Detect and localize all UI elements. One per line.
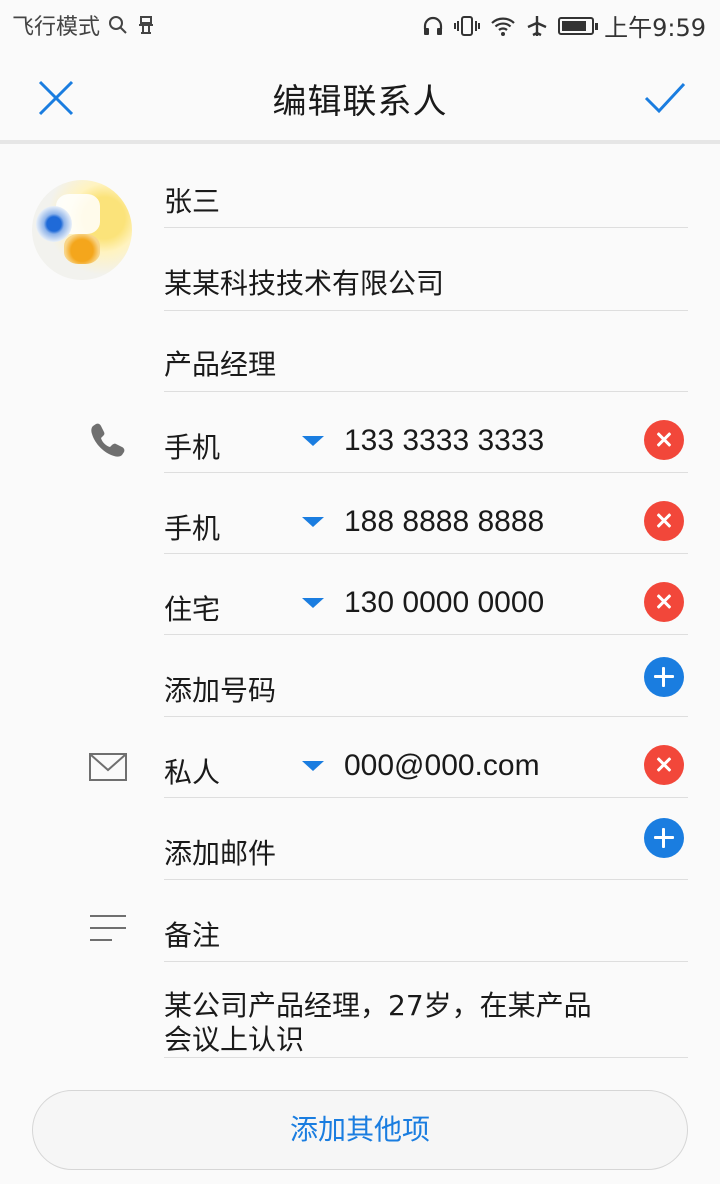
add-phone-row[interactable]: 添加号码 bbox=[164, 635, 688, 717]
phone-row: 手机 133 3333 3333 bbox=[164, 392, 688, 473]
vibrate-icon bbox=[454, 15, 481, 36]
search-icon bbox=[109, 16, 127, 34]
company-value[interactable]: 某某科技技术有限公司 bbox=[164, 262, 444, 302]
status-left: 飞行模式 bbox=[12, 9, 156, 41]
email-row: 私人 000@000.com bbox=[164, 717, 688, 798]
phone-icon bbox=[91, 423, 125, 457]
chevron-down-icon[interactable] bbox=[302, 436, 324, 446]
phone-type-label[interactable]: 住宅 bbox=[164, 588, 220, 628]
phone-number-input[interactable]: 188 8888 8888 bbox=[344, 505, 544, 539]
app-bar: 编辑联系人 bbox=[0, 50, 720, 144]
company-field[interactable]: 某某科技技术有限公司 bbox=[164, 228, 688, 311]
airplane-icon bbox=[527, 15, 547, 36]
phone-number-input[interactable]: 130 0000 0000 bbox=[344, 586, 544, 620]
chevron-down-icon[interactable] bbox=[302, 761, 324, 771]
chevron-down-icon[interactable] bbox=[302, 598, 324, 608]
phone-type-label[interactable]: 手机 bbox=[164, 426, 220, 466]
delete-phone-button[interactable] bbox=[644, 420, 684, 460]
wifi-icon bbox=[491, 17, 515, 36]
name-value[interactable]: 张三 bbox=[164, 180, 220, 220]
phone-number-input[interactable]: 133 3333 3333 bbox=[344, 424, 544, 458]
notes-icon bbox=[90, 915, 126, 941]
phone-row: 手机 188 8888 8888 bbox=[164, 473, 688, 554]
avatar[interactable] bbox=[32, 180, 132, 280]
phone-row: 住宅 130 0000 0000 bbox=[164, 554, 688, 635]
status-bar: 飞行模式 上午9:59 bbox=[0, 0, 720, 50]
page-title: 编辑联系人 bbox=[272, 82, 448, 122]
email-address-input[interactable]: 000@000.com bbox=[344, 749, 540, 783]
notes-label-row: 备注 bbox=[164, 880, 688, 962]
add-phone-button[interactable] bbox=[644, 657, 684, 697]
notes-line-2[interactable]: 会议上认识 bbox=[164, 1018, 304, 1058]
email-type-label[interactable]: 私人 bbox=[164, 751, 220, 791]
notes-label: 备注 bbox=[164, 919, 221, 952]
name-field[interactable]: 张三 bbox=[164, 160, 688, 228]
delete-email-button[interactable] bbox=[644, 745, 684, 785]
position-value[interactable]: 产品经理 bbox=[164, 343, 276, 383]
airplane-mode-text: 飞行模式 bbox=[12, 15, 101, 40]
add-other-button[interactable]: 添加其他项 bbox=[32, 1090, 688, 1170]
add-email-label[interactable]: 添加邮件 bbox=[164, 832, 276, 872]
app-notification-icon bbox=[139, 16, 154, 34]
mail-icon bbox=[89, 753, 127, 781]
status-right: 上午9:59 bbox=[422, 8, 706, 43]
headphones-icon bbox=[423, 16, 443, 35]
delete-phone-button[interactable] bbox=[644, 501, 684, 541]
position-field[interactable]: 产品经理 bbox=[164, 311, 688, 392]
add-phone-label[interactable]: 添加号码 bbox=[164, 669, 276, 709]
add-email-button[interactable] bbox=[644, 818, 684, 858]
battery-icon bbox=[558, 16, 599, 35]
chevron-down-icon[interactable] bbox=[302, 517, 324, 527]
add-email-row[interactable]: 添加邮件 bbox=[164, 798, 688, 880]
confirm-check-icon[interactable] bbox=[642, 76, 688, 120]
notes-field[interactable]: 某公司产品经理，27岁，在某产品 会议上认识 bbox=[164, 962, 688, 1058]
delete-phone-button[interactable] bbox=[644, 582, 684, 622]
phone-type-label[interactable]: 手机 bbox=[164, 507, 220, 547]
status-time: 上午9:59 bbox=[604, 14, 706, 42]
